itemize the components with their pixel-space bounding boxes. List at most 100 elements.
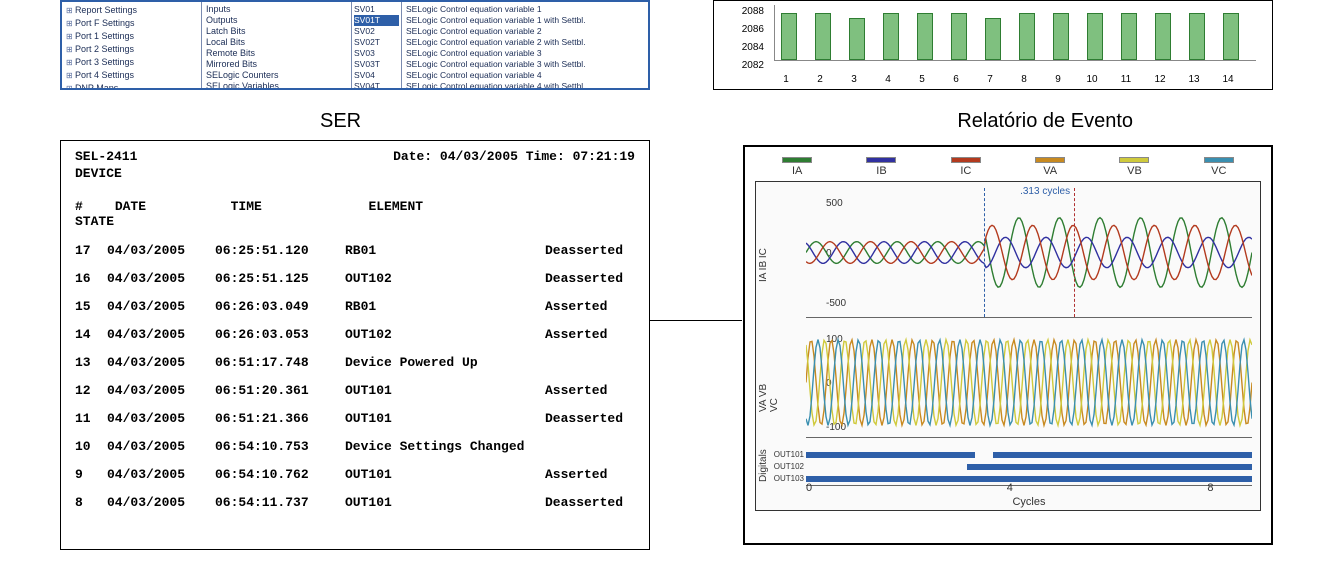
sv-description: SELogic Control equation variable 2 [406, 26, 644, 37]
sv-item[interactable]: SV04 [354, 70, 399, 81]
tree-item[interactable]: Port F Settings [66, 17, 197, 30]
ser-date-label: Date: [393, 149, 432, 164]
tree-item[interactable]: Port 3 Settings [66, 56, 197, 69]
cycles-annotation: .313 cycles [1020, 186, 1070, 197]
bar-x-tick: 9 [1048, 74, 1068, 85]
legend-label: IB [876, 165, 886, 177]
category-item[interactable]: Latch Bits [206, 26, 347, 37]
bar-x-tick: 14 [1218, 74, 1238, 85]
sv-description: SELogic Control equation variable 3 with… [406, 59, 644, 70]
bar [1053, 13, 1069, 60]
ref-cursor[interactable] [1074, 188, 1075, 317]
digital-segment [967, 464, 1252, 470]
sv-item[interactable]: SV03T [354, 59, 399, 70]
sv-item[interactable]: SV04T [354, 81, 399, 90]
settings-panel: Report SettingsPort F SettingsPort 1 Set… [60, 0, 650, 90]
category-item[interactable]: Mirrored Bits [206, 59, 347, 70]
sv-item[interactable]: SV01T [354, 15, 399, 26]
legend-item: VC [1204, 157, 1234, 177]
bar [849, 18, 865, 60]
event-x-tick: 0 [806, 482, 812, 494]
category-item[interactable]: Inputs [206, 4, 347, 15]
legend-swatch [951, 157, 981, 163]
bar-y-tick: 2084 [720, 39, 764, 57]
digital-segment [993, 452, 1252, 458]
ser-datetime: Date: 04/03/2005 Time: 07:21:19 [393, 149, 635, 164]
ser-col-num: # [75, 199, 107, 214]
ser-time-label: Time: [526, 149, 565, 164]
bar-chart-x-axis: 1234567891011121314 [774, 65, 1256, 85]
bar-x-tick: 12 [1150, 74, 1170, 85]
legend-label: IA [792, 165, 802, 177]
bar-x-tick: 3 [844, 74, 864, 85]
legend-swatch [866, 157, 896, 163]
sv-item[interactable]: SV03 [354, 48, 399, 59]
ser-column-headers: # DATE TIME ELEMENT STATE [75, 199, 635, 229]
ser-row: 1504/03/200506:26:03.049RB01Asserted [75, 293, 635, 321]
ser-time-value: 07:21:19 [573, 149, 635, 164]
ser-col-elem: ELEMENT [368, 199, 568, 214]
legend-label: VC [1211, 165, 1226, 177]
digital-label: OUT103 [758, 474, 804, 483]
legend-label: IC [960, 165, 971, 177]
category-item[interactable]: Remote Bits [206, 48, 347, 59]
bar [1155, 13, 1171, 60]
bar-chart-plot [774, 5, 1256, 61]
legend-swatch [1035, 157, 1065, 163]
bar [883, 13, 899, 60]
ser-row: 1204/03/200506:51:20.361OUT101Asserted [75, 377, 635, 405]
bar-x-tick: 7 [980, 74, 1000, 85]
sv-item[interactable]: SV01 [354, 4, 399, 15]
ser-report: SEL-2411 Date: 04/03/2005 Time: 07:21:19… [60, 140, 650, 550]
sv-description: SELogic Control equation variable 4 with… [406, 81, 644, 90]
bar-x-tick: 1 [776, 74, 796, 85]
sv-description: SELogic Control equation variable 1 with… [406, 15, 644, 26]
waveform-svg [806, 188, 1252, 317]
settings-category-list[interactable]: InputsOutputsLatch BitsLocal BitsRemote … [202, 2, 352, 88]
bar [1019, 13, 1035, 60]
bar-x-tick: 4 [878, 74, 898, 85]
bar-chart-y-axis: 2088208620842082 [720, 3, 764, 75]
event-legend: IAIBICVAVBVC [755, 157, 1261, 177]
event-plot: IA IB IC VA VB VC Digitals 5000-500.313 … [755, 181, 1261, 511]
bar-x-tick: 2 [810, 74, 830, 85]
bar-x-tick: 6 [946, 74, 966, 85]
category-item[interactable]: Local Bits [206, 37, 347, 48]
sv-variable-list[interactable]: SV01SV01TSV02SV02TSV03SV03TSV04SV04TSV05… [352, 2, 402, 88]
event-x-tick: 4 [1007, 482, 1013, 494]
category-item[interactable]: SELogic Variables [206, 81, 347, 90]
event-report-title: Relatório de Evento [957, 110, 1133, 133]
bar [815, 13, 831, 60]
sv-description: SELogic Control equation variable 1 [406, 4, 644, 15]
bar [1121, 13, 1137, 60]
bar-x-tick: 11 [1116, 74, 1136, 85]
bar [781, 13, 797, 60]
digital-row: OUT101 [806, 450, 1252, 460]
digitals-subplot: OUT101OUT102OUT103 [806, 446, 1252, 486]
category-item[interactable]: Outputs [206, 15, 347, 26]
tree-item[interactable]: Port 4 Settings [66, 69, 197, 82]
ser-row: 1004/03/200506:54:10.753Device Settings … [75, 433, 635, 461]
fault-cursor[interactable] [984, 188, 985, 317]
voltage-axis-label: VA VB VC [758, 368, 780, 412]
legend-item: IB [866, 157, 896, 177]
tree-item[interactable]: DNP Maps [66, 82, 197, 90]
sv-item[interactable]: SV02 [354, 26, 399, 37]
ser-row: 1304/03/200506:51:17.748Device Powered U… [75, 349, 635, 377]
tree-item[interactable]: Report Settings [66, 4, 197, 17]
bar [951, 13, 967, 60]
waveform-svg [806, 328, 1252, 437]
settings-tree[interactable]: Report SettingsPort F SettingsPort 1 Set… [62, 2, 202, 88]
category-item[interactable]: SELogic Counters [206, 70, 347, 81]
bar-y-tick: 2088 [720, 3, 764, 21]
bar-y-tick: 2086 [720, 21, 764, 39]
tree-item[interactable]: Port 2 Settings [66, 43, 197, 56]
legend-swatch [1204, 157, 1234, 163]
current-subplot: 5000-500.313 cycles [806, 188, 1252, 318]
sv-description: SELogic Control equation variable 3 [406, 48, 644, 59]
ser-title: SER [320, 110, 361, 133]
tree-item[interactable]: Port 1 Settings [66, 30, 197, 43]
sv-item[interactable]: SV02T [354, 37, 399, 48]
ser-date-value: 04/03/2005 [440, 149, 518, 164]
legend-label: VB [1127, 165, 1142, 177]
